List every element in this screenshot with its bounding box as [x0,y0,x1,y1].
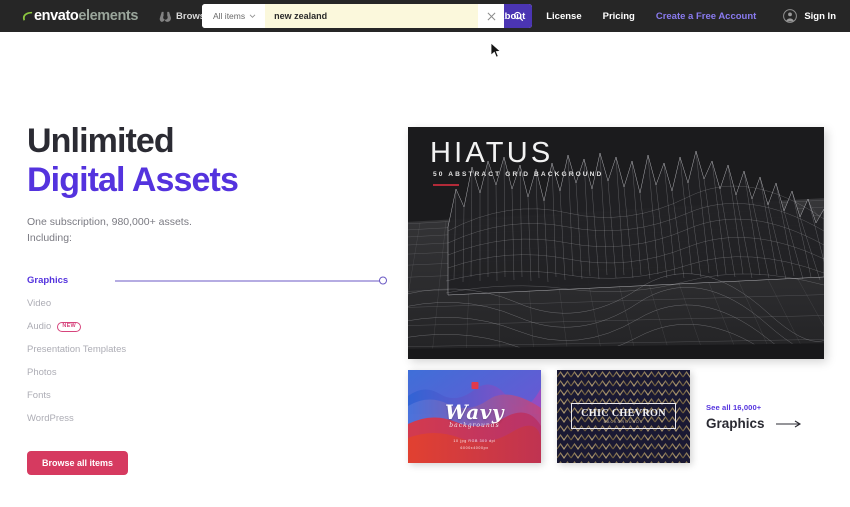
featured-subtitle: 50 ABSTRACT GRID BACKGROUND [433,171,604,178]
brand-logo[interactable]: envato elements [22,8,138,24]
slider-track [115,280,380,282]
thumbnail-spec-line-1: 10 jpg RGB 300 dpi [453,439,496,443]
category-progress-slider[interactable] [115,276,387,285]
hero-left-column: Unlimited Digital Assets One subscriptio… [27,122,387,476]
category-label: Fonts [27,390,51,402]
search-scope-dropdown[interactable]: All items [202,4,266,28]
category-item-fonts[interactable]: Fonts [27,384,372,407]
see-all-count: See all 16,000+ [706,403,762,412]
search-scope-label: All items [213,11,246,21]
hero-subtitle: One subscription, 980,000+ assets. Inclu… [27,215,192,245]
see-all-graphics-link[interactable]: See all 16,000+ Graphics [706,403,802,431]
category-label: Audio [27,321,52,333]
nav-links: About License Pricing Create a Free Acco… [498,0,836,32]
mouse-cursor [490,42,502,58]
featured-title: HIATUS [430,137,554,169]
thumbnail-title: Wavy [445,400,504,424]
thumbnail-title-frame: CHIC CHEVRON BACKGROUNDS [571,403,676,429]
logo-text-elements: elements [78,8,139,24]
user-avatar-icon [783,9,798,23]
sign-in-label[interactable]: Sign In [804,11,836,22]
leaf-icon [22,11,34,22]
see-all-label: Graphics [706,416,765,431]
nav-link-pricing[interactable]: Pricing [603,11,635,22]
category-label: Presentation Templates [27,344,127,356]
thumbnail-chic-chevron[interactable]: CHIC CHEVRON BACKGROUNDS [557,370,690,463]
browse-all-items-button[interactable]: Browse all items [27,451,129,476]
featured-asset-preview[interactable]: HIATUS 50 ABSTRACT GRID BACKGROUND [408,127,824,359]
see-all-row: Graphics [706,416,802,431]
binoculars-icon [158,11,176,22]
category-item-photos[interactable]: Photos [27,361,372,384]
category-item-audio[interactable]: Audio NEW [27,315,372,338]
category-item-video[interactable]: Video [27,292,372,315]
arrow-right-icon [775,420,802,428]
thumbnail-title: CHIC CHEVRON [581,407,666,419]
featured-accent-rule [433,184,459,186]
status-badge-new: NEW [57,322,82,332]
sign-in-button[interactable]: Sign In [783,9,836,23]
page-title: Unlimited Digital Assets [27,122,372,201]
thumbnail-subtitle: backgrounds [449,422,500,429]
category-item-wordpress[interactable]: WordPress [27,407,372,430]
thumbnail-spec-line-2: 6000x4000px [460,445,489,450]
slider-knob[interactable] [379,276,387,285]
category-item-presentation-templates[interactable]: Presentation Templates [27,338,372,361]
search-bar: All items new zealand [202,4,532,28]
logo-text-envato: envato [34,8,79,24]
top-navigation-bar: envato elements Browse All items new zea… [0,0,850,32]
headline-line-2: Digital Assets [27,161,239,200]
headline-line-1: Unlimited [27,122,175,160]
search-input[interactable]: new zealand [265,4,478,28]
category-label: WordPress [27,413,74,425]
chevron-down-icon [249,14,256,19]
nav-link-about[interactable]: About [498,11,525,22]
category-list: Graphics Video Audio NEW Presentation Te… [27,269,387,430]
wavy-logo-mark [471,382,478,389]
thumbnail-subtitle: BACKGROUNDS [603,420,644,425]
category-item-graphics[interactable]: Graphics [27,269,387,292]
search-input-value: new zealand [274,11,328,21]
category-label: Video [27,298,52,310]
nav-link-license[interactable]: License [546,11,581,22]
close-icon [487,12,496,21]
thumbnail-spec: 10 jpg RGB 300 dpi 6000x4000px [408,438,541,452]
nav-link-create-free-account[interactable]: Create a Free Account [656,11,757,22]
category-label: Photos [27,367,57,379]
thumbnail-wavy-backgrounds[interactable]: Wavy backgrounds 10 jpg RGB 300 dpi 6000… [408,370,541,463]
category-label: Graphics [27,275,69,287]
